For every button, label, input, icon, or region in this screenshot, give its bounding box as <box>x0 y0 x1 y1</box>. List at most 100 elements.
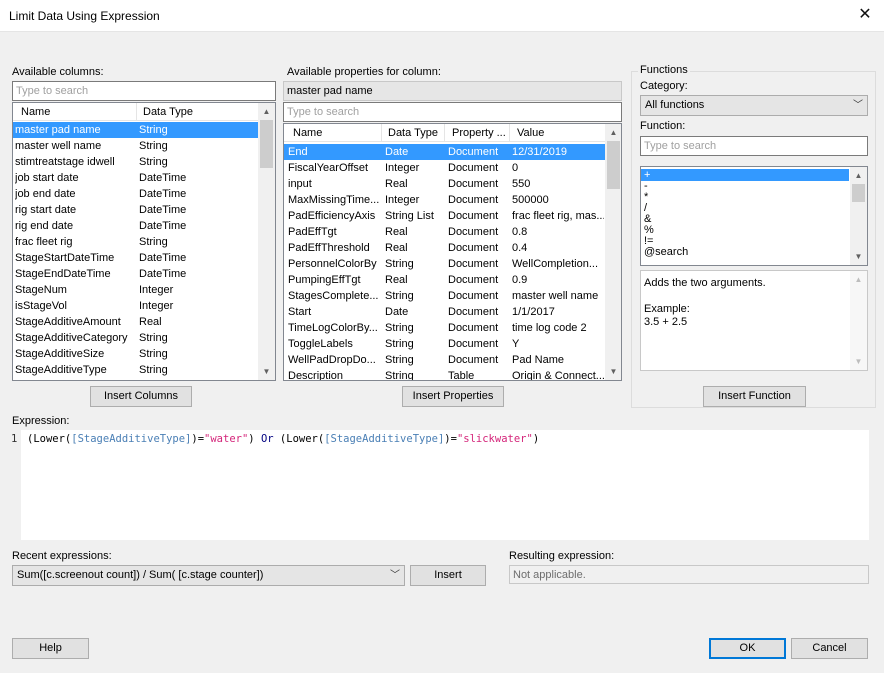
column-row[interactable]: StageNum Integer <box>13 282 258 298</box>
property-name: End <box>288 146 308 158</box>
scroll-up-icon[interactable]: ▲ <box>258 103 275 120</box>
scroll-thumb[interactable] <box>260 120 273 168</box>
prop-header-datatype[interactable]: Data Type <box>388 127 438 139</box>
recent-expressions-dropdown[interactable]: Sum([c.screenout count]) / Sum( [c.stage… <box>12 565 405 586</box>
column-row[interactable]: StageAdditiveSize String <box>13 346 258 362</box>
close-icon[interactable]: ✕ <box>854 4 876 26</box>
property-source: Table <box>448 370 475 381</box>
property-row[interactable]: Start Date Document 1/1/2017 <box>284 304 605 320</box>
property-name: MaxMissingTime... <box>288 194 380 206</box>
properties-scrollbar[interactable]: ▲ ▼ <box>605 124 621 380</box>
column-row[interactable]: StageAdditiveCategory String <box>13 330 258 346</box>
scroll-down-icon[interactable]: ▼ <box>605 363 621 380</box>
available-columns-label: Available columns: <box>12 66 104 78</box>
property-row[interactable]: PersonnelColorBy String Document WellComple… <box>284 256 605 272</box>
column-name: StageAdditiveCategory <box>15 332 128 344</box>
example-value: 3.5 + 2.5 <box>644 316 688 328</box>
expression-code[interactable]: (Lower([StageAdditiveType])="water") Or … <box>27 433 539 445</box>
column-row[interactable]: master well name String <box>13 138 258 154</box>
property-row[interactable]: PadEfficiencyAxis String List Document frac… <box>284 208 605 224</box>
col-header-datatype[interactable]: Data Type <box>143 106 193 118</box>
properties-grid-header: Name Data Type Property ... Value <box>284 124 605 142</box>
scroll-down-icon[interactable]: ▼ <box>850 248 867 265</box>
property-datatype: Integer <box>385 194 420 206</box>
property-row[interactable]: TimeLogColorBy... String Document time log … <box>284 320 605 336</box>
property-source: Document <box>448 290 499 302</box>
function-list[interactable]: + - * / &% != @search ▲ ▼ <box>640 166 868 266</box>
column-row[interactable]: master pad name String <box>13 122 258 138</box>
scroll-up-icon[interactable]: ▲ <box>605 124 621 141</box>
column-row[interactable]: rig start date DateTime <box>13 202 258 218</box>
property-value: frac fleet rig, mas... <box>512 210 604 222</box>
current-column-field: master pad name <box>283 81 622 101</box>
column-row[interactable]: job end date DateTime <box>13 186 258 202</box>
column-datatype: DateTime <box>139 268 187 280</box>
column-row[interactable]: job start date DateTime <box>13 170 258 186</box>
cancel-button[interactable]: Cancel <box>791 638 868 659</box>
property-row[interactable]: PadEffThreshold Real Document 0.4 <box>284 240 605 256</box>
prop-header-property[interactable]: Property ... <box>452 127 506 139</box>
columns-search-input[interactable]: Type to search <box>12 81 276 101</box>
prop-header-value[interactable]: Value <box>517 127 544 139</box>
properties-grid[interactable]: Name Data Type Property ... Value End Dat… <box>283 123 622 381</box>
column-row[interactable]: StageAdditiveType String <box>13 362 258 378</box>
property-source: Document <box>448 242 499 254</box>
property-row[interactable]: MaxMissingTime... Integer Document 500000 <box>284 192 605 208</box>
property-row[interactable]: ToggleLabels String Document Y <box>284 336 605 352</box>
example-label: Example: <box>644 303 690 315</box>
column-datatype: String <box>139 140 168 152</box>
help-button[interactable]: Help <box>12 638 89 659</box>
property-row[interactable]: StagesComplete... String Document master we… <box>284 288 605 304</box>
scroll-up-icon[interactable]: ▲ <box>850 167 867 184</box>
property-row[interactable]: PumpingEffTgt Real Document 0.9 <box>284 272 605 288</box>
property-row[interactable]: Description String Table Origin & Connect..… <box>284 368 605 381</box>
property-value: 0.9 <box>512 274 528 286</box>
columns-grid[interactable]: Name Data Type master pad name String mast… <box>12 102 276 381</box>
property-row[interactable]: FiscalYearOffset Integer Document 0 <box>284 160 605 176</box>
column-row[interactable]: stimtreatstage idwell String <box>13 154 258 170</box>
column-row[interactable]: StageAdditiveAmount Real <box>13 314 258 330</box>
column-row[interactable]: frac fleet rig String <box>13 234 258 250</box>
prop-header-name[interactable]: Name <box>293 127 322 139</box>
scroll-down-icon[interactable]: ▼ <box>258 363 275 380</box>
properties-search-input[interactable]: Type to search <box>283 102 622 122</box>
function-item[interactable]: @search <box>641 246 849 258</box>
column-row[interactable]: StageStartDateTime DateTime <box>13 250 258 266</box>
insert-function-button[interactable]: Insert Function <box>703 386 806 407</box>
function-search-input[interactable]: Type to search <box>640 136 868 156</box>
function-list-scrollbar[interactable]: ▲ ▼ <box>850 167 867 265</box>
column-datatype: DateTime <box>139 204 187 216</box>
property-name: PadEffTgt <box>288 226 337 238</box>
ok-button[interactable]: OK <box>709 638 786 659</box>
property-source: Document <box>448 338 499 350</box>
property-name: input <box>288 178 312 190</box>
column-row[interactable]: StageEndDateTime DateTime <box>13 266 258 282</box>
property-source: Document <box>448 178 499 190</box>
property-source: Document <box>448 210 499 222</box>
category-dropdown[interactable]: All functions ﹀ <box>640 95 868 116</box>
column-name: job start date <box>15 172 79 184</box>
available-properties-label: Available properties for column: <box>287 66 441 78</box>
insert-properties-button[interactable]: Insert Properties <box>402 386 504 407</box>
insert-recent-button[interactable]: Insert <box>410 565 486 586</box>
column-datatype: String <box>139 124 168 136</box>
columns-scrollbar[interactable]: ▲ ▼ <box>258 103 275 380</box>
insert-columns-button[interactable]: Insert Columns <box>90 386 192 407</box>
column-datatype: Integer <box>139 300 174 312</box>
col-header-name[interactable]: Name <box>21 106 50 118</box>
scroll-thumb[interactable] <box>607 141 620 189</box>
expression-token: ) <box>248 433 261 445</box>
column-datatype: String <box>139 348 168 360</box>
scroll-thumb[interactable] <box>852 184 865 202</box>
property-row[interactable]: End Date Document 12/31/2019 <box>284 144 605 160</box>
expression-token: )= <box>444 433 457 445</box>
resulting-expression-field: Not applicable. <box>509 565 869 584</box>
property-row[interactable]: WellPadDropDo... String Document Pad Name <box>284 352 605 368</box>
property-row[interactable]: input Real Document 550 <box>284 176 605 192</box>
column-row[interactable]: rig end date DateTime <box>13 218 258 234</box>
expression-editor[interactable]: 1 (Lower([StageAdditiveType])="water") O… <box>11 430 869 540</box>
property-source: Document <box>448 322 499 334</box>
column-row[interactable]: isStageVol Integer <box>13 298 258 314</box>
property-name: PadEffThreshold <box>288 242 370 254</box>
property-row[interactable]: PadEffTgt Real Document 0.8 <box>284 224 605 240</box>
